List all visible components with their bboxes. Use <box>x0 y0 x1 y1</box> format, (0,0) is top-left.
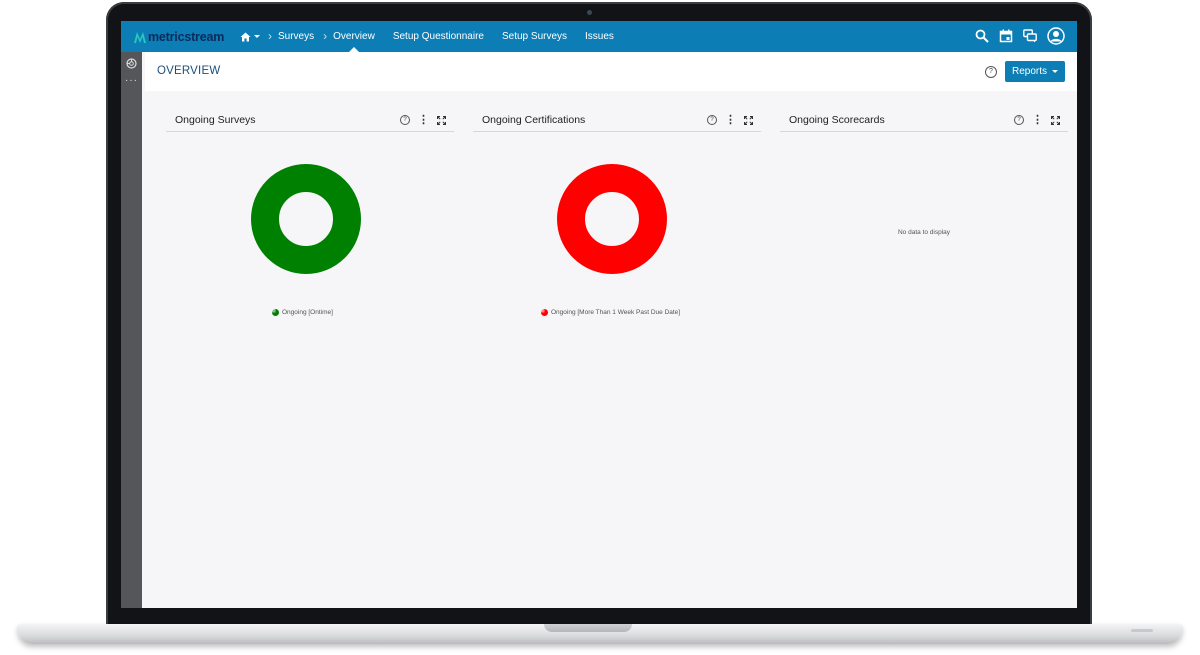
legend-pie-icon <box>541 309 548 316</box>
home-icon <box>240 32 251 41</box>
widget-ongoing-certifications: Ongoing Certifications ? ⋮ Ongoing [More… <box>473 107 761 587</box>
page-header: OVERVIEW ? Reports <box>145 52 1077 91</box>
donut-slice-past-due[interactable] <box>557 164 667 274</box>
widget-title: Ongoing Scorecards <box>789 114 885 126</box>
legend-item[interactable]: Ongoing [Ontime] <box>272 309 333 316</box>
reports-button-label: Reports <box>1011 66 1047 77</box>
widget-title: Ongoing Certifications <box>482 114 586 126</box>
widget-ongoing-scorecards: Ongoing Scorecards ? ⋮ No data to displa… <box>780 107 1068 587</box>
webcam-icon <box>587 10 592 15</box>
laptop-notch <box>544 624 632 632</box>
widget-title: Ongoing Surveys <box>175 114 256 126</box>
chevron-down-icon <box>254 35 260 38</box>
user-avatar-icon[interactable] <box>1047 27 1065 45</box>
widget-tools: ? ⋮ <box>400 114 446 125</box>
nav-item-issues[interactable]: Issues <box>585 21 614 52</box>
help-icon[interactable]: ? <box>400 115 410 125</box>
help-icon[interactable]: ? <box>707 115 717 125</box>
help-icon[interactable]: ? <box>985 66 997 78</box>
chevron-down-icon <box>1052 70 1058 73</box>
brand-logo[interactable]: metricstream <box>133 29 224 45</box>
nav-item-overview[interactable]: Overview <box>333 21 375 52</box>
legend-label: Ongoing [Ontime] <box>282 309 333 316</box>
nav-item-setup-questionnaire[interactable]: Setup Questionnaire <box>393 21 484 52</box>
legend-pie-icon <box>272 309 279 316</box>
breadcrumb-separator-icon: › <box>268 29 272 43</box>
donut-chart-ongoing-certifications[interactable] <box>556 163 668 275</box>
donut-slice-ontime[interactable] <box>251 164 361 274</box>
expand-icon[interactable] <box>744 115 753 125</box>
side-rail: ··· <box>121 52 142 608</box>
calendar-icon[interactable] <box>999 29 1013 43</box>
breadcrumb-nav: › Surveys › Overview Setup Questionnaire… <box>240 21 614 52</box>
kebab-menu-icon[interactable]: ⋮ <box>725 114 736 125</box>
expand-icon[interactable] <box>1051 115 1060 125</box>
more-icon[interactable]: ··· <box>121 76 142 86</box>
widget-header: Ongoing Certifications ? ⋮ <box>473 107 761 132</box>
legend-item[interactable]: Ongoing [More Than 1 Week Past Due Date] <box>541 309 680 316</box>
dashboard-icon[interactable] <box>126 58 137 69</box>
app-screen: metricstream › Surveys › Overview Setup … <box>121 21 1077 608</box>
kebab-menu-icon[interactable]: ⋮ <box>1032 114 1043 125</box>
widget-tools: ? ⋮ <box>1014 114 1060 125</box>
donut-chart-ongoing-surveys[interactable] <box>250 163 362 275</box>
nav-item-surveys[interactable]: Surveys <box>278 21 314 52</box>
top-navigation-bar: metricstream › Surveys › Overview Setup … <box>121 21 1077 52</box>
no-data-message: No data to display <box>897 229 951 236</box>
page-title: OVERVIEW <box>157 65 221 77</box>
widget-tools: ? ⋮ <box>707 114 753 125</box>
legend-label: Ongoing [More Than 1 Week Past Due Date] <box>551 309 681 316</box>
breadcrumb-separator-icon: › <box>323 29 328 43</box>
widget-ongoing-surveys: Ongoing Surveys ? ⋮ Ongoing [Ontime] <box>166 107 454 587</box>
home-menu[interactable] <box>240 32 260 42</box>
chat-icon[interactable] <box>1023 29 1037 43</box>
kebab-menu-icon[interactable]: ⋮ <box>418 114 429 125</box>
expand-icon[interactable] <box>437 115 446 125</box>
widget-header: Ongoing Surveys ? ⋮ <box>166 107 454 132</box>
nav-item-setup-surveys[interactable]: Setup Surveys <box>502 21 567 52</box>
laptop-slot <box>1131 629 1153 632</box>
metricstream-logo-icon <box>134 32 146 43</box>
search-icon[interactable] <box>975 29 989 43</box>
help-icon[interactable]: ? <box>1014 115 1024 125</box>
widget-header: Ongoing Scorecards ? ⋮ <box>780 107 1068 132</box>
reports-button[interactable]: Reports <box>1005 61 1065 82</box>
brand-name: metricstream <box>148 30 225 44</box>
topbar-actions <box>975 27 1065 45</box>
